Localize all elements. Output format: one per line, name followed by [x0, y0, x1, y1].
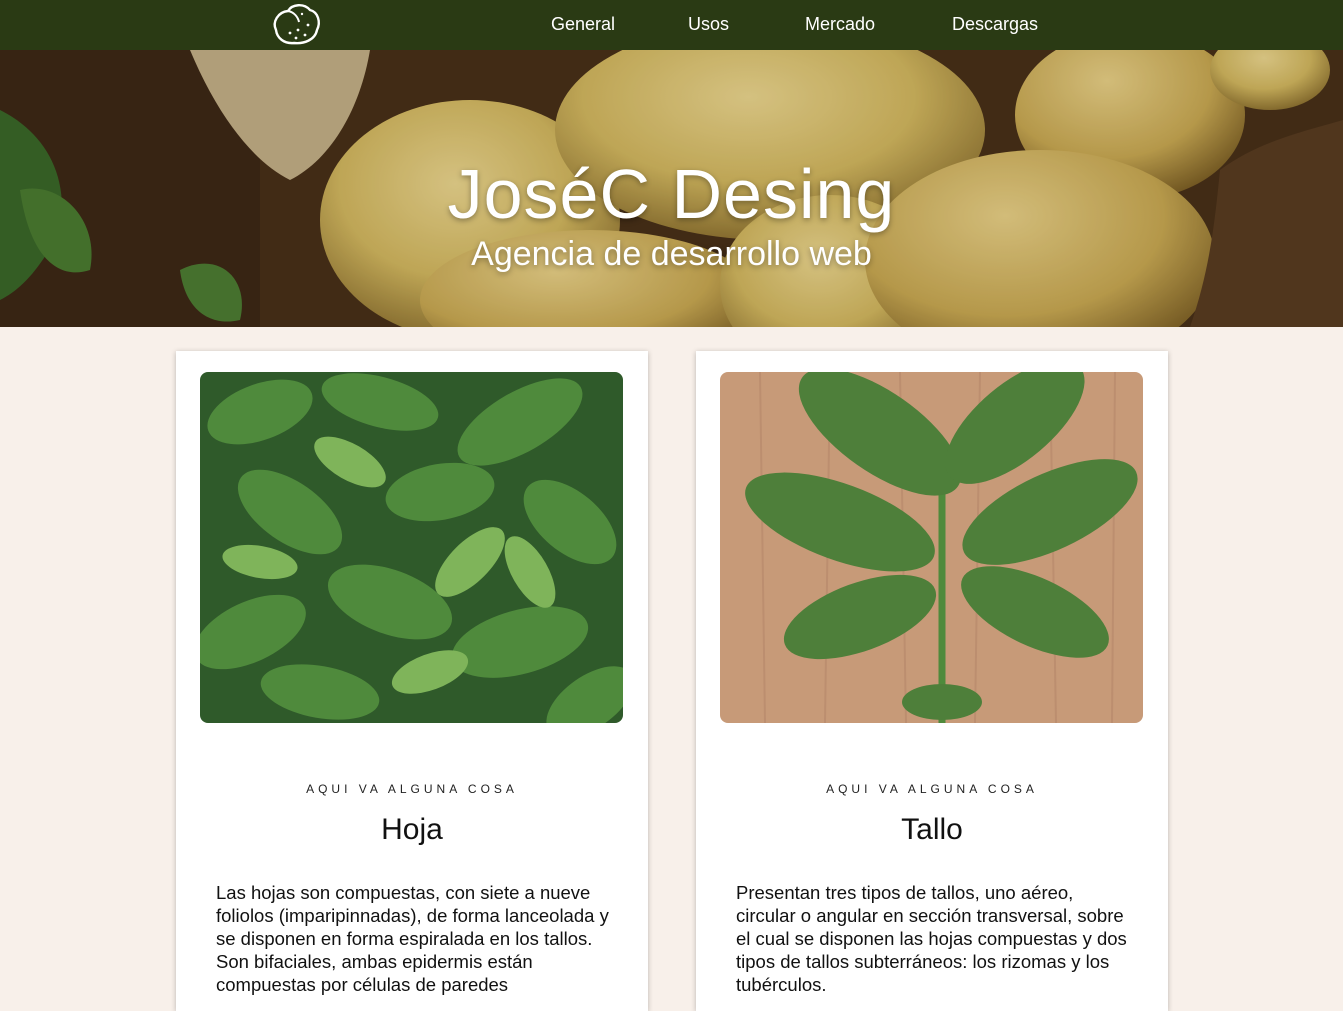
- hero-subtitle: Agencia de desarrollo web: [471, 235, 872, 273]
- card-description: Las hojas son compuestas, con siete a nu…: [216, 882, 609, 995]
- card-tallo: AQUI VA ALGUNA COSA Tallo Presentan tres…: [696, 351, 1168, 1011]
- leaves-image: [200, 372, 623, 723]
- hero-title: JoséC Desing: [447, 155, 896, 233]
- nav-link-usos[interactable]: Usos: [688, 14, 729, 35]
- card-kicker: AQUI VA ALGUNA COSA: [306, 782, 518, 796]
- nav-link-mercado[interactable]: Mercado: [805, 14, 875, 35]
- card-description: Presentan tres tipos de tallos, uno aére…: [736, 882, 1127, 995]
- nav-link-general[interactable]: General: [551, 14, 615, 35]
- stem-image: [720, 372, 1143, 723]
- nav-menu: General Usos Mercado Descargas: [0, 0, 1343, 50]
- card-hoja: AQUI VA ALGUNA COSA Hoja Las hojas son c…: [176, 351, 648, 1011]
- card-title: Tallo: [901, 813, 963, 846]
- nav-link-descargas[interactable]: Descargas: [952, 14, 1038, 35]
- card-title: Hoja: [381, 813, 443, 846]
- card-kicker: AQUI VA ALGUNA COSA: [826, 782, 1038, 796]
- hero-banner: JoséC Desing Agencia de desarrollo web: [0, 50, 1343, 327]
- top-navbar: General Usos Mercado Descargas: [0, 0, 1343, 50]
